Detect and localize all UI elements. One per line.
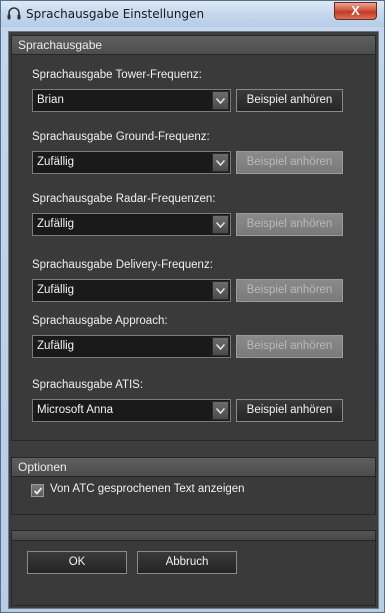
- sprachausgabe-group: Sprachausgabe Sprachausgabe Tower-Freque…: [11, 35, 376, 441]
- chevron-down-icon[interactable]: [212, 215, 229, 234]
- cancel-button[interactable]: Abbruch: [137, 551, 237, 574]
- setting-label: Sprachausgabe Radar-Frequenzen:: [32, 193, 216, 205]
- sprachausgabe-header: Sprachausgabe: [12, 36, 375, 55]
- setting-label: Sprachausgabe ATIS:: [32, 379, 144, 391]
- play-sample-button: Beispiel anhören: [236, 151, 343, 174]
- chevron-down-icon[interactable]: [212, 91, 229, 110]
- voice-select[interactable]: Zufällig: [32, 335, 231, 358]
- optionen-header: Optionen: [12, 458, 375, 477]
- voice-select-value: Zufällig: [37, 340, 75, 352]
- setting-label: Sprachausgabe Delivery-Frequenz:: [32, 259, 213, 271]
- voice-select-value: Brian: [37, 94, 64, 106]
- voice-select[interactable]: Zufällig: [32, 151, 231, 174]
- show-text-label: Von ATC gesprochenen Text anzeigen: [50, 483, 245, 495]
- headset-icon: [6, 6, 22, 22]
- chevron-down-icon[interactable]: [212, 153, 229, 172]
- voice-select-value: Zufällig: [37, 218, 75, 230]
- voice-select-value: Zufällig: [37, 156, 75, 168]
- window-title: Sprachausgabe Einstellungen: [26, 7, 205, 21]
- voice-select[interactable]: Zufällig: [32, 279, 231, 302]
- play-sample-button: Beispiel anhören: [236, 279, 343, 302]
- show-text-checkbox[interactable]: [31, 484, 44, 497]
- dialog-client: Sprachausgabe Sprachausgabe Tower-Freque…: [8, 31, 379, 609]
- dialog-footer: OK Abbruch: [11, 530, 376, 606]
- play-sample-button[interactable]: Beispiel anhören: [236, 89, 343, 112]
- footer-divider: [12, 531, 375, 541]
- voice-select[interactable]: Brian: [32, 89, 231, 112]
- chevron-down-icon[interactable]: [212, 281, 229, 300]
- voice-select-value: Zufällig: [37, 284, 75, 296]
- chevron-down-icon[interactable]: [212, 337, 229, 356]
- setting-label: Sprachausgabe Approach:: [32, 315, 168, 327]
- play-sample-button: Beispiel anhören: [236, 213, 343, 236]
- ok-button[interactable]: OK: [27, 551, 127, 574]
- setting-label: Sprachausgabe Tower-Frequenz:: [32, 69, 202, 81]
- setting-label: Sprachausgabe Ground-Frequenz:: [32, 131, 210, 143]
- chevron-down-icon[interactable]: [212, 401, 229, 420]
- close-button[interactable]: X: [334, 2, 377, 20]
- dialog-window: Sprachausgabe Einstellungen X Sprachausg…: [0, 0, 385, 613]
- voice-select[interactable]: Microsoft Anna: [32, 399, 231, 422]
- voice-select-value: Microsoft Anna: [37, 404, 114, 416]
- play-sample-button: Beispiel anhören: [236, 335, 343, 358]
- title-bar[interactable]: Sprachausgabe Einstellungen X: [1, 1, 384, 27]
- voice-select[interactable]: Zufällig: [32, 213, 231, 236]
- checkmark-icon: [33, 487, 43, 495]
- optionen-group: Optionen Von ATC gesprochenen Text anzei…: [11, 457, 376, 515]
- play-sample-button[interactable]: Beispiel anhören: [236, 399, 343, 422]
